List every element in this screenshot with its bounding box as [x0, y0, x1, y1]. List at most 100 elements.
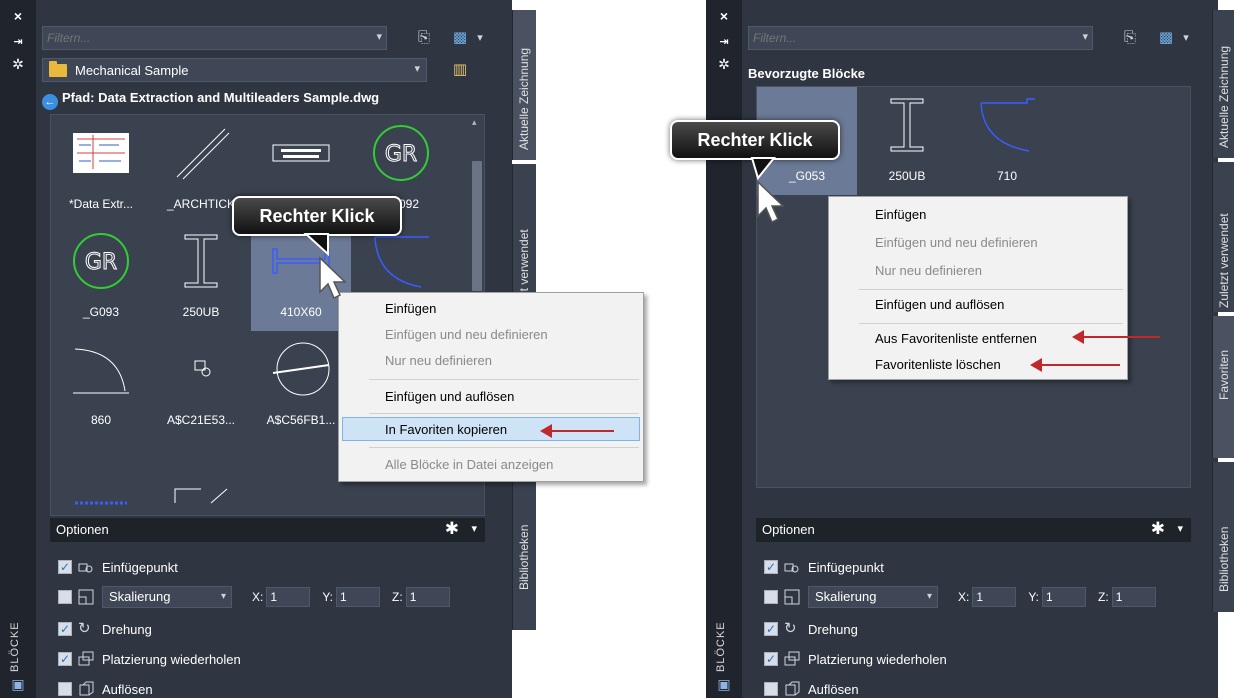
block-tile[interactable]: A$C21E53... — [151, 331, 251, 439]
chevron-down-icon[interactable]: ▾ — [376, 30, 382, 43]
scale-checkbox[interactable] — [58, 590, 72, 604]
auto-hide-icon[interactable]: ⇥ — [0, 34, 36, 50]
rotation-checkbox[interactable]: ✓ — [764, 622, 778, 636]
auto-hide-icon[interactable]: ⇥ — [706, 34, 742, 50]
menu-item-redefine-only[interactable]: Nur neu definieren — [829, 259, 1127, 283]
back-arrow-icon[interactable]: ← — [42, 94, 58, 110]
block-caption: *Data Extr... — [68, 197, 134, 211]
repeat-placement-checkbox[interactable]: ✓ — [58, 652, 72, 666]
properties-icon[interactable]: ✲ — [706, 56, 742, 72]
scale-dropdown[interactable]: Skalierung ▾ — [102, 586, 232, 608]
tab-current-drawing[interactable]: Aktuelle Zeichnung — [1212, 10, 1234, 158]
filter-field[interactable]: ▾ — [748, 26, 1093, 50]
gear-icon[interactable]: ✱ — [1151, 519, 1165, 539]
x-label: X: — [958, 590, 970, 604]
scroll-up-icon[interactable]: ▴ — [472, 117, 477, 128]
properties-icon[interactable]: ✲ — [0, 56, 36, 72]
repeat-placement-icon — [78, 651, 94, 666]
gr-circle-thumbnail: GR — [373, 125, 429, 181]
insertion-point-checkbox[interactable]: ✓ — [58, 560, 72, 574]
block-tile[interactable]: 710 — [957, 87, 1057, 195]
filter-input[interactable] — [43, 27, 353, 49]
tab-recent[interactable]: Zuletzt verwendet — [1212, 162, 1234, 312]
block-tile[interactable] — [151, 439, 251, 515]
tab-libraries[interactable]: Bibliotheken — [1212, 462, 1234, 612]
tab-favorites[interactable]: Favoriten — [1212, 316, 1234, 458]
chevron-down-icon[interactable]: ▾ — [1176, 28, 1196, 48]
library-selector[interactable]: Mechanical Sample ▾ — [42, 58, 427, 82]
menu-separator — [369, 413, 639, 414]
option-rotation: ✓ ↻ Drehung — [764, 618, 858, 640]
block-insert-icon[interactable]: ⎘ — [414, 28, 434, 48]
block-tile[interactable]: A$C56FB1... — [251, 331, 351, 439]
x-scale-input[interactable]: 1 — [972, 587, 1017, 607]
explode-icon — [79, 681, 94, 696]
options-header[interactable]: Optionen ✱ ▾ — [50, 518, 485, 542]
callout-tail — [303, 233, 329, 257]
block-caption: 710 — [996, 169, 1018, 183]
rotate-icon: ↻ — [78, 620, 91, 637]
menu-item-insert-explode[interactable]: Einfügen und auflösen — [829, 293, 1127, 317]
menu-item-copy-to-favorites[interactable]: In Favoriten kopieren — [342, 417, 640, 441]
z-label: Z: — [1098, 590, 1109, 604]
blue-dashed-thumbnail — [75, 501, 127, 505]
explode-checkbox[interactable] — [58, 682, 72, 696]
palette-app-icon: ▣ — [717, 676, 731, 692]
tab-current-drawing[interactable]: Aktuelle Zeichnung — [512, 10, 536, 160]
close-icon[interactable]: × — [706, 8, 742, 24]
x-scale-input[interactable]: 1 — [266, 587, 311, 607]
data-extraction-thumbnail — [73, 133, 129, 173]
y-scale-input[interactable]: 1 — [336, 587, 381, 607]
rotation-checkbox[interactable]: ✓ — [58, 622, 72, 636]
filter-input[interactable] — [749, 27, 1059, 49]
blank-thumbnail — [174, 488, 228, 504]
close-icon[interactable]: × — [0, 8, 36, 24]
options-header[interactable]: Optionen ✱ ▾ — [756, 518, 1191, 542]
menu-item-insert[interactable]: Einfügen — [829, 203, 1127, 227]
gr-circle-thumbnail: GR — [73, 233, 129, 289]
thumbnail-view-icon[interactable]: ▩ — [1156, 28, 1176, 48]
menu-item-insert[interactable]: Einfügen — [339, 297, 643, 321]
x-label: X: — [252, 590, 264, 604]
door-arc-thumbnail — [980, 98, 1035, 152]
repeat-placement-checkbox[interactable]: ✓ — [764, 652, 778, 666]
rotation-label: Drehung — [808, 621, 858, 637]
y-scale-input[interactable]: 1 — [1042, 587, 1087, 607]
menu-item-redefine-only[interactable]: Nur neu definieren — [339, 349, 643, 373]
explode-checkbox[interactable] — [764, 682, 778, 696]
chevron-down-icon[interactable]: ▾ — [471, 522, 477, 535]
tab-libraries[interactable]: Bibliotheken — [512, 480, 536, 630]
menu-item-show-all-blocks[interactable]: Alle Blöcke in Datei anzeigen — [339, 453, 643, 477]
library-browse-icon[interactable]: ▥ — [450, 60, 470, 80]
chevron-down-icon[interactable]: ▾ — [414, 62, 420, 75]
menu-item-insert-redefine[interactable]: Einfügen und neu definieren — [829, 231, 1127, 255]
explode-label: Auflösen — [102, 681, 153, 697]
block-tile[interactable]: 860 — [51, 331, 151, 439]
gear-icon[interactable]: ✱ — [445, 519, 459, 539]
menu-item-insert-redefine[interactable]: Einfügen und neu definieren — [339, 323, 643, 347]
chevron-down-icon[interactable]: ▾ — [470, 28, 490, 48]
thumbnail-view-icon[interactable]: ▩ — [450, 28, 470, 48]
block-tile[interactable] — [51, 439, 151, 515]
chevron-down-icon[interactable]: ▾ — [1177, 522, 1183, 535]
block-tile[interactable]: *Data Extr... — [51, 115, 151, 223]
block-tile[interactable]: 250UB — [857, 87, 957, 195]
scrollbar-thumb[interactable] — [472, 161, 482, 291]
z-scale-input[interactable]: 1 — [1111, 587, 1156, 607]
palette-title-strip: × ⇥ ✲ BLÖCKE ▣ — [0, 0, 36, 698]
z-scale-input[interactable]: 1 — [405, 587, 450, 607]
insertion-point-checkbox[interactable]: ✓ — [764, 560, 778, 574]
context-menu: Einfügen Einfügen und neu definieren Nur… — [828, 196, 1128, 380]
option-explode: Auflösen — [58, 678, 153, 698]
block-tile[interactable]: 250UB — [151, 223, 251, 331]
scale-checkbox[interactable] — [764, 590, 778, 604]
menu-item-insert-explode[interactable]: Einfügen und auflösen — [339, 385, 643, 409]
block-tile[interactable]: GR _G093 — [51, 223, 151, 331]
annotation-arrow — [540, 424, 614, 438]
scale-icon — [78, 589, 94, 605]
options-title: Optionen — [762, 522, 815, 537]
chevron-down-icon[interactable]: ▾ — [1082, 30, 1088, 43]
block-insert-icon[interactable]: ⎘ — [1120, 28, 1140, 48]
scale-dropdown[interactable]: Skalierung ▾ — [808, 586, 938, 608]
filter-field[interactable]: ▾ — [42, 26, 387, 50]
